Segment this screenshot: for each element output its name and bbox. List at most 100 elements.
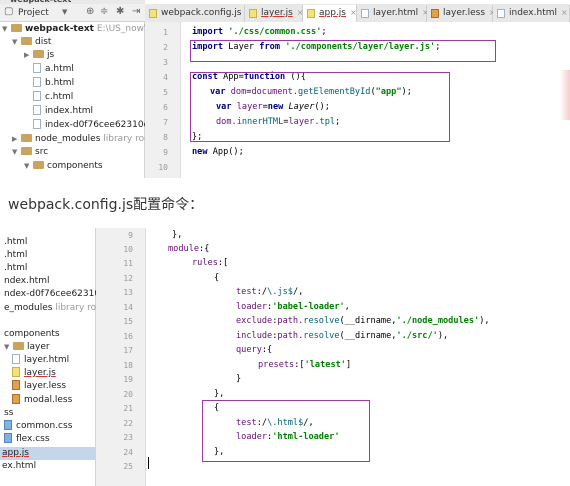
folder-icon	[13, 342, 24, 350]
folder-icon	[21, 134, 32, 142]
folder-icon	[11, 24, 22, 32]
gear-icon[interactable]: ✱	[116, 6, 124, 17]
tree-item-node-modules[interactable]: e_modules library root	[4, 302, 105, 315]
tree-item-js[interactable]: ▶ js	[24, 49, 54, 62]
tree-item-index-html-2[interactable]: ex.html	[2, 460, 36, 473]
js-file-icon	[249, 9, 257, 18]
highlight-box-import	[190, 40, 496, 62]
chevron-down-icon[interactable]: ▼	[4, 341, 13, 354]
tree-item-modal-less[interactable]: modal.less	[12, 394, 72, 407]
tree-item-a-html[interactable]: a.html	[33, 63, 74, 76]
tree-item-root[interactable]: ▼ webpack-text E:\US_now\web	[2, 23, 166, 36]
collapse-icon[interactable]: ≑	[100, 6, 108, 17]
chevron-down-icon[interactable]: ▼	[24, 160, 33, 173]
bottom-screenshot: .html .html .html ndex.html ndex-d0f76ce…	[0, 228, 570, 486]
tree-item-dist[interactable]: ▼ dist	[12, 36, 51, 49]
html-file-icon	[361, 9, 369, 18]
html-file-icon	[497, 9, 505, 18]
project-toolbar: ▢ Project ▼ ⊕ ≑ ✱ ⇥	[0, 4, 145, 22]
tree-item-src[interactable]: ▼ src	[12, 146, 48, 159]
tab-webpack-config[interactable]: webpack.config.js×	[145, 5, 252, 22]
folder-icon	[21, 147, 32, 155]
chevron-down-icon[interactable]: ▼	[12, 146, 21, 159]
tree-item-c-html[interactable]: c.html	[33, 91, 73, 104]
code-line-14: loader:'babel-loader',	[236, 302, 350, 312]
highlight-box-html-loader	[202, 400, 370, 462]
code-line-13: test:/\.js$/,	[236, 287, 304, 297]
html-file-icon	[33, 119, 41, 129]
html-file-icon	[33, 105, 41, 115]
tab-layer-js[interactable]: layer.js ×	[245, 5, 304, 22]
less-file-icon	[431, 9, 439, 18]
close-icon[interactable]: ×	[350, 8, 357, 17]
chevron-right-icon[interactable]: ▶	[12, 133, 21, 146]
caption-text: webpack.config.js配置命令：	[8, 197, 204, 213]
code-line-12: {	[214, 273, 220, 283]
js-file-icon	[12, 367, 20, 377]
tree-item-index-hash-html[interactable]: index-d0f76cee62310d6e	[33, 119, 161, 132]
css-file-icon	[4, 420, 12, 430]
code-line-10: module:{	[168, 244, 210, 254]
project-tree: .html .html .html ndex.html ndex-d0f76ce…	[0, 228, 112, 486]
close-icon[interactable]: ×	[561, 8, 568, 17]
text-cursor	[148, 457, 149, 469]
code-line-11: rules:[	[192, 258, 229, 268]
chevron-down-icon[interactable]: ▼	[2, 23, 11, 36]
html-file-icon	[12, 354, 20, 364]
sync-icon[interactable]: ⊕	[86, 6, 94, 17]
line-number-gutter: 9 10 11 12 13 14 15 16 17 18 19 20 21 22…	[96, 228, 146, 486]
chevron-down-icon[interactable]: ▼	[62, 8, 67, 16]
tree-item-html-2[interactable]: .html	[4, 249, 27, 262]
tab-index-html[interactable]: index.html ×	[493, 5, 570, 22]
code-line-19: }	[236, 374, 242, 384]
code-line-16: include:path.resolve(__dirname,'./src/')…	[236, 331, 449, 341]
code-line-1: import './css/common.css';	[192, 27, 327, 37]
tab-layer-less[interactable]: layer.less×	[427, 5, 496, 22]
tree-item-layer[interactable]: ▼ layer	[4, 341, 50, 354]
tree-item-common-css[interactable]: common.css	[4, 420, 72, 433]
tree-item-layer-less[interactable]: layer.less	[12, 380, 66, 393]
tree-item-css[interactable]: ss	[4, 407, 13, 420]
tree-item-b-html[interactable]: b.html	[33, 77, 74, 90]
tree-item-layer-html[interactable]: layer.html	[12, 354, 69, 367]
html-file-icon	[33, 63, 41, 73]
tree-item-index-html[interactable]: ndex.html	[4, 275, 49, 288]
folder-icon	[21, 37, 32, 45]
code-line-15: exclude:path.resolve(__dirname,'./node_m…	[236, 316, 490, 326]
tree-item-layer-js[interactable]: layer.js	[12, 367, 56, 380]
tree-item-flex-css[interactable]: flex.css	[4, 433, 50, 446]
tree-item-index-html[interactable]: index.html	[33, 105, 93, 118]
css-file-icon	[4, 433, 12, 443]
code-line-9: new App();	[192, 147, 244, 157]
tree-item-components[interactable]: ▼ components	[24, 160, 103, 173]
folder-icon	[33, 50, 44, 58]
folder-icon	[33, 161, 44, 169]
chevron-right-icon[interactable]: ▶	[24, 49, 33, 62]
scroll-marker	[560, 70, 570, 120]
tree-item-components[interactable]: components	[4, 328, 60, 341]
hide-icon[interactable]: ⇥	[132, 6, 140, 17]
project-view-label[interactable]: Project	[18, 8, 49, 18]
editor-tabs: webpack.config.js× layer.js× app.js× lay…	[145, 4, 570, 22]
tree-item-node-modules[interactable]: ▶ node_modules library root	[12, 133, 153, 146]
js-file-icon	[307, 9, 315, 18]
js-file-icon	[149, 9, 157, 18]
project-icon: ▢	[4, 6, 14, 17]
less-file-icon	[12, 394, 20, 404]
code-line-17: query:{	[236, 345, 273, 355]
chevron-down-icon[interactable]: ▼	[12, 36, 21, 49]
tree-item-html-3[interactable]: .html	[4, 262, 27, 275]
less-file-icon	[12, 380, 20, 390]
line-number-gutter: 1 2 3 4 5 6 7 8 9 10	[145, 22, 181, 178]
code-line-18: presets:['latest']	[258, 360, 352, 370]
tab-app-js[interactable]: app.js ×	[303, 5, 357, 22]
top-screenshot: webpack-text ▢ Project ▼ ⊕ ≑ ✱ ⇥ ▼webpac…	[0, 0, 570, 178]
html-file-icon	[33, 77, 41, 87]
tree-item-html-1[interactable]: .html	[4, 236, 27, 249]
highlight-box-app-function	[190, 72, 450, 142]
tab-layer-html[interactable]: layer.html ×	[357, 5, 429, 22]
html-file-icon	[33, 91, 41, 101]
tree-item-app-js[interactable]: app.js	[2, 447, 29, 460]
code-line-20: },	[214, 389, 225, 399]
code-line-9: },	[172, 230, 183, 240]
